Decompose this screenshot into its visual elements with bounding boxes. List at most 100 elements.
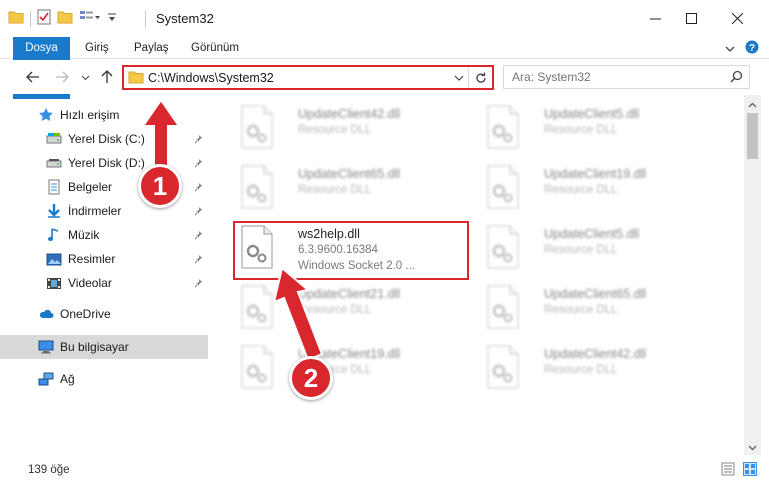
pin-icon[interactable]: [194, 229, 204, 243]
title-bar: System32: [0, 0, 769, 37]
pin-icon[interactable]: [194, 253, 204, 267]
back-button[interactable]: [24, 68, 42, 86]
nav-this-pc[interactable]: Bu bilgisayar: [0, 335, 208, 359]
downloads-icon: [46, 203, 62, 219]
address-bar[interactable]: C:\Windows\System32: [122, 65, 494, 90]
search-icon[interactable]: [730, 70, 743, 86]
file-name: UpdateClient5.dll: [544, 107, 640, 121]
pin-icon[interactable]: [194, 157, 204, 171]
videos-icon: [46, 275, 62, 291]
step-badge-1: 1: [138, 164, 182, 208]
refresh-button[interactable]: [468, 67, 492, 88]
folder-icon[interactable]: [8, 10, 24, 27]
dll-file-icon: [486, 165, 520, 209]
file-item[interactable]: UpdateClient19.dll Resource DLL: [478, 159, 718, 221]
status-bar: 139 öğe: [0, 456, 769, 501]
new-folder-icon[interactable]: [57, 10, 73, 27]
nav-label: Ağ: [60, 372, 75, 386]
arrow-left-icon: [26, 71, 39, 83]
file-item[interactable]: UpdateClient42.dll Resource DLL: [232, 99, 472, 161]
nav-label: Bu bilgisayar: [60, 340, 129, 354]
tab-gorunum[interactable]: Görünüm: [191, 37, 239, 59]
file-item[interactable]: UpdateClient5.dll Resource DLL: [478, 219, 718, 281]
file-name: UpdateClient65.dll: [544, 287, 647, 301]
documents-icon: [46, 179, 62, 195]
nav-item-downloads[interactable]: İndirmeler: [0, 199, 208, 223]
forward-button[interactable]: [53, 68, 71, 86]
file-name: UpdateClient19.dll: [544, 167, 647, 181]
dll-file-icon: [240, 165, 274, 209]
maximize-button[interactable]: [668, 0, 714, 37]
file-item[interactable]: UpdateClient42.dll Resource DLL: [478, 339, 718, 401]
nav-item-pictures[interactable]: Resimler: [0, 247, 208, 271]
file-type: Resource DLL: [298, 184, 372, 196]
scroll-up-icon[interactable]: [748, 99, 757, 108]
nav-item-music[interactable]: Müzik: [0, 223, 208, 247]
file-type: Resource DLL: [544, 124, 618, 136]
pin-icon[interactable]: [194, 133, 204, 147]
network-icon: [38, 371, 54, 387]
details-view-icon[interactable]: [721, 462, 735, 479]
pin-icon[interactable]: [194, 277, 204, 291]
annotation-arrow-2: [272, 266, 324, 362]
nav-label: Yerel Disk (C:): [68, 132, 145, 146]
pin-icon[interactable]: [194, 181, 204, 195]
chevron-down-icon: [81, 75, 89, 80]
nav-label: Resimler: [68, 252, 116, 266]
search-input[interactable]: [504, 66, 704, 88]
up-button[interactable]: [98, 68, 116, 86]
help-icon[interactable]: ?: [745, 40, 759, 57]
item-count: 139 öğe: [28, 464, 70, 476]
nav-label: Yerel Disk (D:): [68, 156, 145, 170]
file-name: UpdateClient42.dll: [544, 347, 647, 361]
toolbar-divider: [30, 10, 31, 27]
cloud-icon: [38, 306, 54, 322]
file-name: UpdateClient42.dll: [298, 107, 401, 121]
view-buttons: [721, 462, 757, 479]
tab-paylas[interactable]: Paylaş: [134, 37, 169, 59]
close-button[interactable]: [714, 0, 760, 37]
vertical-scrollbar[interactable]: [744, 95, 761, 455]
recent-locations-button[interactable]: [76, 68, 94, 86]
file-name: UpdateClient5.dll: [544, 227, 640, 241]
drive-icon: [46, 155, 62, 171]
address-path[interactable]: C:\Windows\System32: [148, 71, 274, 85]
tab-giris[interactable]: Giriş: [85, 37, 109, 59]
file-type: Resource DLL: [544, 184, 618, 196]
file-name: UpdateClient65.dll: [298, 167, 401, 181]
search-box[interactable]: [503, 65, 750, 89]
file-type: Resource DLL: [544, 244, 618, 256]
close-icon: [731, 13, 743, 24]
chevron-down-icon[interactable]: [725, 42, 735, 56]
scroll-down-icon[interactable]: [748, 441, 757, 451]
arrow-up-icon: [101, 70, 113, 83]
view-options-icon[interactable]: [79, 10, 101, 27]
computer-icon: [38, 339, 54, 355]
address-dropdown-button[interactable]: [454, 71, 464, 85]
chevron-down-icon: [454, 75, 464, 81]
nav-onedrive[interactable]: OneDrive: [0, 302, 208, 326]
window-title: System32: [156, 11, 214, 26]
pin-icon[interactable]: [194, 205, 204, 219]
music-icon: [46, 227, 62, 243]
arrow-right-icon: [56, 71, 69, 83]
nav-label: Belgeler: [68, 180, 113, 194]
nav-item-videos[interactable]: Videolar: [0, 271, 208, 295]
file-type: Resource DLL: [298, 124, 372, 136]
nav-label: Müzik: [68, 228, 100, 242]
file-item[interactable]: UpdateClient5.dll Resource DLL: [478, 99, 718, 161]
quick-access-toolbar: [8, 9, 117, 28]
properties-icon[interactable]: [37, 9, 51, 28]
file-item[interactable]: UpdateClient65.dll Resource DLL: [232, 159, 472, 221]
ribbon-tabs: Dosya Giriş Paylaş Görünüm ?: [0, 37, 769, 99]
file-item[interactable]: UpdateClient65.dll Resource DLL: [478, 279, 718, 341]
customize-toolbar-icon[interactable]: [107, 11, 117, 26]
maximize-icon: [685, 13, 697, 24]
file-explorer-window: System32 Dosya Giriş Paylaş Görünüm ? C:…: [0, 0, 769, 501]
nav-label: OneDrive: [60, 307, 111, 321]
large-icons-view-icon[interactable]: [743, 462, 757, 479]
minimize-icon: [649, 18, 661, 20]
folder-icon: [128, 70, 144, 87]
nav-network[interactable]: Ağ: [0, 367, 208, 391]
scrollbar-thumb[interactable]: [747, 113, 758, 159]
